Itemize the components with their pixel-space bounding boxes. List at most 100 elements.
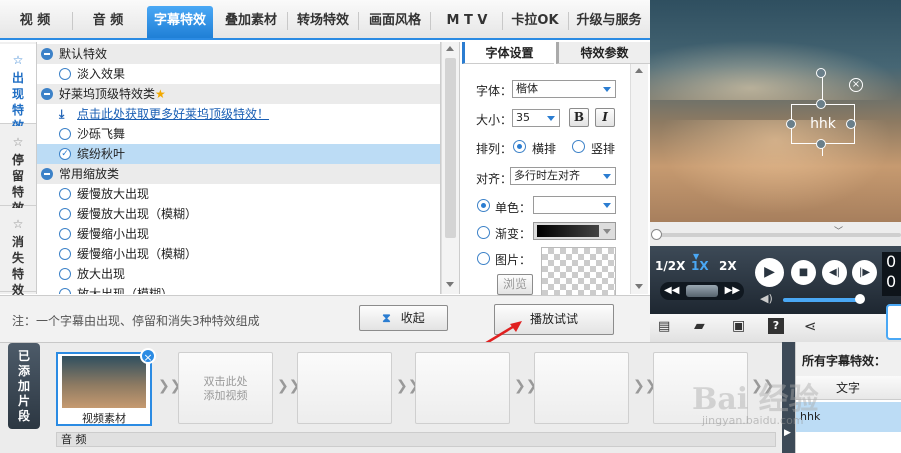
list-item[interactable]: 缓慢放大出现	[37, 184, 440, 204]
italic-button[interactable]: I	[595, 108, 615, 127]
fast-forward-icon[interactable]: ▶▶	[725, 282, 740, 300]
chevron-down-icon[interactable]: ﹀	[834, 224, 843, 237]
tab-font-settings[interactable]: 字体设置	[462, 42, 554, 64]
list-link[interactable]: ⤓ 点击此处获取更多好莱坞顶级特效！	[37, 104, 440, 124]
list-item-selected[interactable]: ✓ 缤纷秋叶	[37, 144, 440, 164]
speed-one[interactable]: 1X	[691, 259, 709, 273]
clip-thumbnail	[62, 356, 146, 408]
tab-audio[interactable]: 音 频	[78, 8, 138, 34]
list-item[interactable]: 沙砾飞舞	[37, 124, 440, 144]
download-icon: ⤓	[59, 107, 65, 121]
side-tab-label: 消失特效	[11, 235, 24, 297]
solid-color-select[interactable]	[533, 196, 616, 214]
speed-half[interactable]: 1/2X	[655, 259, 685, 273]
gradient-radio[interactable]	[477, 226, 490, 239]
list-item[interactable]: 缓慢缩小出现（模糊）	[37, 244, 440, 264]
tab-style[interactable]: 画面风格	[362, 8, 428, 34]
list-category[interactable]: 默认特效	[37, 44, 440, 64]
tab-video[interactable]: 视 频	[6, 8, 64, 34]
folder-icon[interactable]: ▰	[694, 318, 705, 334]
rewind-icon[interactable]: ◀◀	[664, 282, 679, 300]
scroll-thumb[interactable]	[445, 58, 456, 238]
video-clip[interactable]: 视频素材	[56, 352, 152, 426]
list-item[interactable]: 缓慢放大出现（模糊）	[37, 204, 440, 224]
progress-bar[interactable]	[656, 233, 901, 237]
solid-color-label: 单色：	[495, 201, 532, 215]
jog-bar[interactable]: ◀◀ ▶▶	[660, 282, 744, 300]
preview-toolbar: ▤ ▰ ▣ ? ⋖	[650, 304, 901, 342]
effect-list: 默认特效 淡入效果 好莱坞顶级特效类 ★ ⤓ 点击此处获取更多好莱坞顶级特效！ 沙砾…	[37, 42, 441, 294]
add-video-slot[interactable]: 双击此处 添加视频	[178, 352, 273, 424]
volume-thumb[interactable]	[855, 294, 865, 304]
scroll-down-icon[interactable]	[446, 282, 454, 287]
font-select[interactable]: 楷体	[512, 80, 616, 98]
align-label: 对齐：	[476, 172, 513, 186]
collapse-button[interactable]: ⧗ 收起	[359, 305, 448, 331]
empty-slot[interactable]	[415, 352, 510, 424]
scroll-down-icon[interactable]	[635, 284, 643, 289]
image-label: 图片：	[495, 253, 532, 267]
empty-slot[interactable]	[534, 352, 629, 424]
image-radio[interactable]	[477, 252, 490, 265]
side-tab-disappear[interactable]: ☆ 消失特效	[0, 208, 36, 297]
gradient-select[interactable]	[533, 222, 616, 240]
help-icon[interactable]: ?	[768, 318, 784, 334]
close-icon[interactable]: ×	[849, 78, 863, 92]
settings-scrollbar[interactable]	[630, 64, 648, 294]
tab-overlay[interactable]: 叠加素材	[218, 8, 284, 34]
resize-handle[interactable]	[846, 119, 856, 129]
play-icon[interactable]: ▶	[755, 258, 784, 287]
remove-clip-icon[interactable]: ×	[140, 348, 156, 364]
tab-subtitle-effects[interactable]: 字幕特效	[147, 6, 213, 38]
main-tab-bar: 视 频 音 频 字幕特效 叠加素材 转场特效 画面风格 M T V 卡拉OK 升…	[0, 0, 650, 40]
list-item[interactable]: 放大出现	[37, 264, 440, 284]
bold-button[interactable]: B	[569, 108, 589, 127]
resize-handle[interactable]	[786, 119, 796, 129]
audio-track[interactable]: 音 频	[56, 432, 776, 447]
list-item[interactable]: 淡入效果	[37, 64, 440, 84]
list-item[interactable]: 缓慢缩小出现	[37, 224, 440, 244]
video-preview[interactable]: hhk ×	[650, 0, 901, 222]
vertical-radio[interactable]	[572, 140, 585, 153]
scroll-up-icon[interactable]	[446, 46, 454, 51]
progress-thumb[interactable]	[651, 229, 662, 240]
radio-icon	[59, 188, 71, 200]
tab-transition[interactable]: 转场特效	[290, 8, 356, 34]
align-select[interactable]: 多行时左对齐	[510, 167, 616, 185]
solid-color-radio[interactable]	[477, 199, 490, 212]
side-tab-stay[interactable]: ☆ 停留特效	[0, 126, 36, 215]
list-category[interactable]: 常用缩放类	[37, 164, 440, 184]
browse-button[interactable]: 浏览	[497, 274, 533, 295]
tab-mtv[interactable]: M T V	[434, 8, 500, 34]
side-tab-appear[interactable]: ☆ 出现特效	[0, 44, 36, 133]
tab-upgrade[interactable]: 升级与服务	[571, 8, 647, 34]
radio-icon	[59, 248, 71, 260]
next-frame-icon[interactable]: |▶	[852, 260, 877, 285]
tab-karaoke[interactable]: 卡拉OK	[505, 8, 565, 34]
prev-frame-icon[interactable]: ◀|	[822, 260, 847, 285]
collapse-icon: ⧗	[382, 311, 391, 325]
panel-header: 所有字幕特效：	[796, 342, 901, 376]
scroll-up-icon[interactable]	[635, 68, 643, 73]
radio-icon	[59, 268, 71, 280]
resize-handle[interactable]	[816, 139, 826, 149]
new-icon[interactable]: ▤	[658, 319, 670, 334]
time-display: 00	[882, 252, 901, 296]
list-item[interactable]: 放大出现（模糊）	[37, 284, 440, 294]
size-select[interactable]: 35	[512, 109, 560, 127]
horizontal-radio[interactable]	[513, 140, 526, 153]
app-window: 视 频 音 频 字幕特效 叠加素材 转场特效 画面风格 M T V 卡拉OK 升…	[0, 0, 901, 453]
empty-slot[interactable]	[297, 352, 392, 424]
stop-icon[interactable]: ■	[791, 260, 816, 285]
volume-icon[interactable]: ◀)	[760, 292, 773, 305]
rotate-handle[interactable]	[816, 68, 826, 78]
list-scrollbar[interactable]	[441, 42, 459, 294]
speed-two[interactable]: 2X	[719, 259, 737, 273]
save-icon[interactable]: ▣	[732, 318, 745, 334]
list-category[interactable]: 好莱坞顶级特效类 ★	[37, 84, 440, 104]
collapse-icon	[41, 88, 53, 100]
tab-effect-params[interactable]: 特效参数	[556, 42, 650, 64]
volume-slider[interactable]	[783, 298, 859, 302]
share-icon[interactable]: ⋖	[804, 317, 817, 335]
resize-handle[interactable]	[816, 99, 826, 109]
